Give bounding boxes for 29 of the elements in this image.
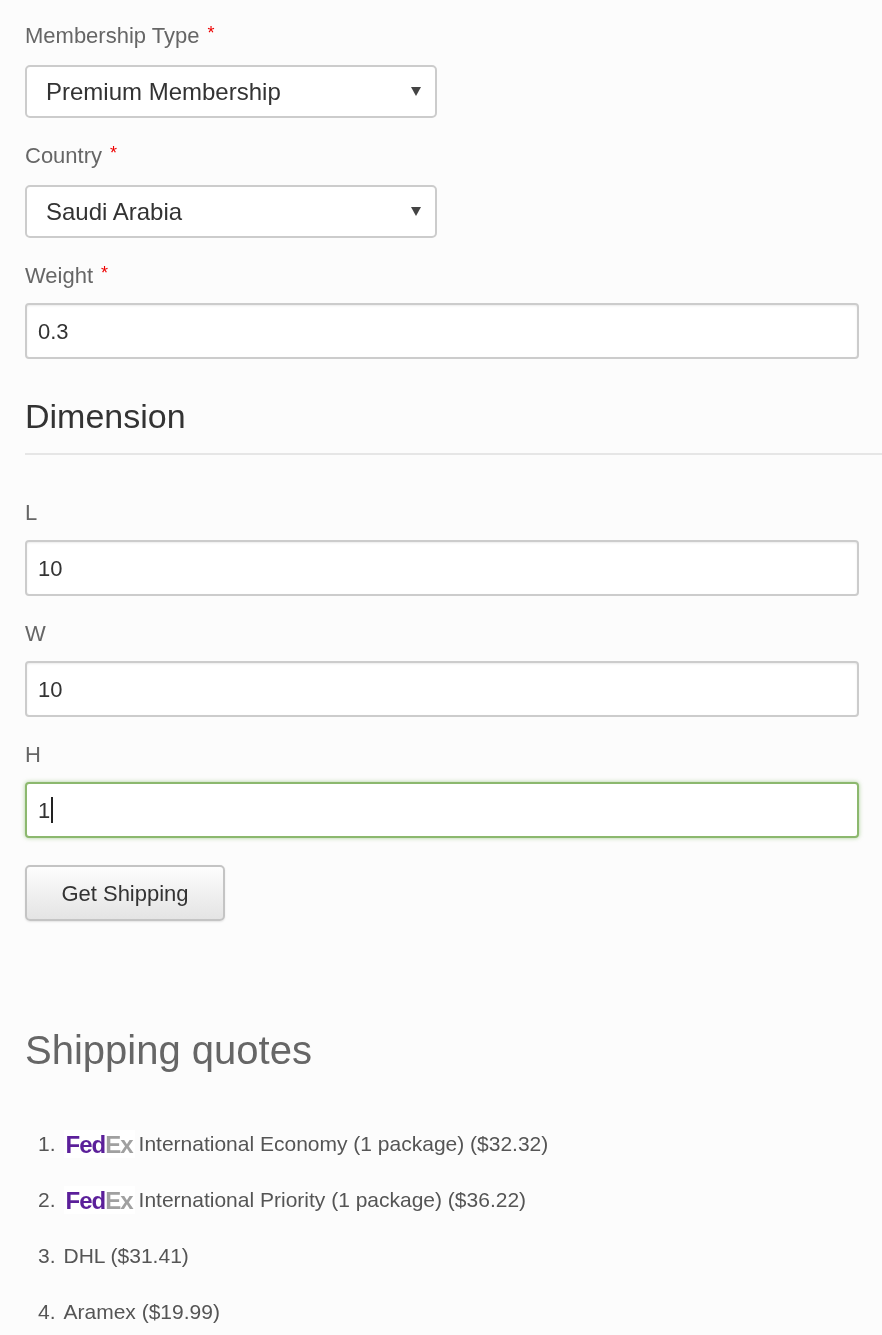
field-label: L bbox=[25, 499, 38, 527]
field-label: Membership Type bbox=[25, 22, 200, 50]
field-label: Weight bbox=[25, 262, 94, 290]
select-dropdown[interactable]: Premium Membership bbox=[25, 65, 437, 118]
section-heading: Shipping quotes bbox=[25, 1027, 313, 1074]
list-number: 4. bbox=[38, 1299, 56, 1326]
section-heading: Dimension bbox=[25, 396, 187, 436]
required-marker: * bbox=[110, 143, 118, 163]
input-field[interactable]: 0.3 bbox=[25, 303, 859, 359]
dropdown-arrow-icon bbox=[411, 207, 421, 216]
quote-text: DHL ($31.41) bbox=[63, 1243, 189, 1270]
list-number: 1. bbox=[38, 1131, 56, 1158]
list-number: 3. bbox=[38, 1243, 56, 1270]
quote-text: Aramex ($19.99) bbox=[63, 1299, 220, 1326]
quote-text: International Economy (1 package) ($32.32) bbox=[138, 1131, 549, 1158]
input-field[interactable]: 10 bbox=[25, 540, 859, 596]
required-marker: * bbox=[101, 263, 109, 283]
field-label: H bbox=[25, 741, 41, 769]
input-field[interactable]: 1 bbox=[25, 782, 859, 838]
text-cursor-icon bbox=[51, 797, 54, 823]
get-shipping-button[interactable]: Get Shipping bbox=[25, 865, 225, 921]
dropdown-arrow-icon bbox=[411, 87, 421, 96]
input-field[interactable]: 10 bbox=[25, 661, 859, 717]
list-number: 2. bbox=[38, 1187, 56, 1214]
select-dropdown[interactable]: Saudi Arabia bbox=[25, 185, 437, 238]
quote-text: International Priority (1 package) ($36.22) bbox=[138, 1187, 527, 1214]
required-marker: * bbox=[207, 23, 215, 43]
field-label: W bbox=[25, 620, 46, 648]
field-label: Country bbox=[25, 142, 103, 170]
